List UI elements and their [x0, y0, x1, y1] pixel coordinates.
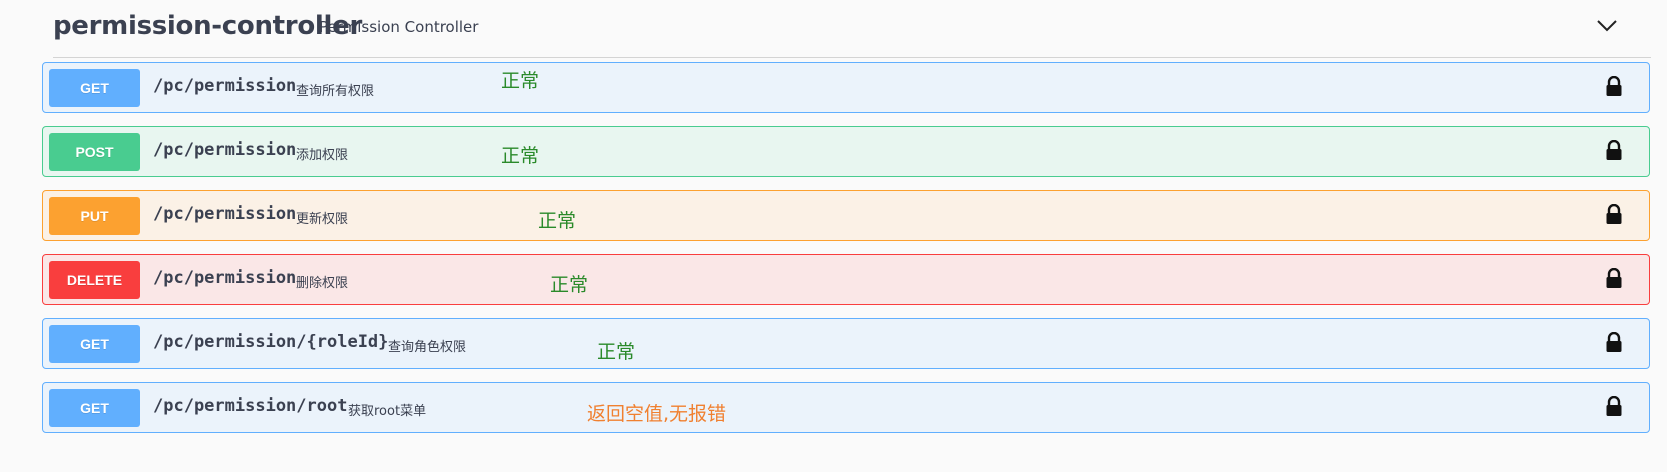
note-label: 正常	[538, 210, 577, 232]
lock-icon[interactable]	[1605, 395, 1623, 418]
lock-icon[interactable]	[1605, 203, 1623, 226]
method-badge: GET	[49, 69, 140, 107]
tag-name[interactable]: permission-controller	[53, 11, 362, 41]
note-label: 正常	[501, 145, 540, 167]
method-badge: PUT	[49, 197, 140, 235]
operation-post-permission[interactable]: POST /pc/permission 添加权限	[42, 126, 1650, 177]
operation-path: /pc/permission	[153, 204, 297, 224]
lock-icon[interactable]	[1605, 139, 1623, 162]
operation-summary: 添加权限	[296, 148, 349, 163]
operation-summary: 删除权限	[296, 276, 349, 291]
swagger-page: permission-controller Permission Control…	[0, 0, 1667, 472]
method-badge: GET	[49, 325, 140, 363]
lock-icon[interactable]	[1605, 267, 1623, 290]
operation-get-permission[interactable]: GET /pc/permission 查询所有权限	[42, 62, 1650, 113]
note-label: 正常	[501, 70, 540, 92]
method-badge: POST	[49, 133, 140, 171]
operation-path: /pc/permission/{roleId}	[153, 332, 389, 352]
method-badge: GET	[49, 389, 140, 427]
tag-header[interactable]: permission-controller Permission Control…	[53, 0, 1651, 58]
operation-put-permission[interactable]: PUT /pc/permission 更新权限	[42, 190, 1650, 241]
method-badge: DELETE	[49, 261, 140, 299]
chevron-down-icon[interactable]	[1593, 14, 1621, 38]
operation-path: /pc/permission	[153, 76, 297, 96]
operation-summary: 查询所有权限	[296, 84, 375, 99]
operation-path: /pc/permission/root	[153, 396, 348, 416]
lock-icon[interactable]	[1605, 331, 1623, 354]
operation-get-root-menu[interactable]: GET /pc/permission/root 获取root菜单	[42, 382, 1650, 433]
operation-summary: 查询角色权限	[388, 340, 467, 355]
operation-path: /pc/permission	[153, 268, 297, 288]
tag-description: Permission Controller	[319, 18, 479, 36]
note-label: 返回空值,无报错	[587, 403, 727, 425]
note-label: 正常	[597, 341, 636, 363]
operation-summary: 获取root菜单	[348, 404, 427, 419]
operation-delete-permission[interactable]: DELETE /pc/permission 删除权限	[42, 254, 1650, 305]
operation-get-role-permission[interactable]: GET /pc/permission/{roleId} 查询角色权限	[42, 318, 1650, 369]
lock-icon[interactable]	[1605, 75, 1623, 98]
operation-path: /pc/permission	[153, 140, 297, 160]
note-label: 正常	[550, 274, 589, 296]
operation-summary: 更新权限	[296, 212, 349, 227]
